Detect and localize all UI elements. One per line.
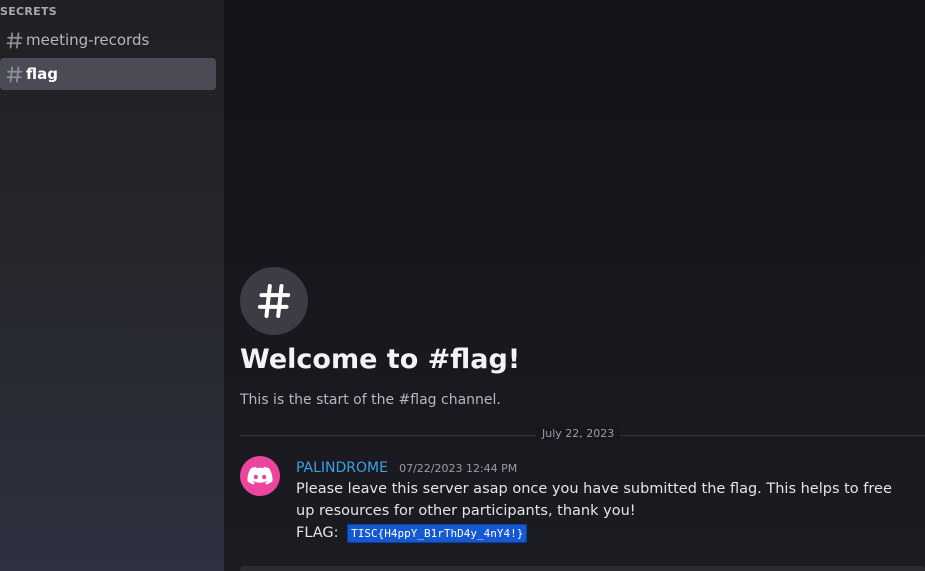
- hash-icon: [240, 267, 308, 335]
- welcome-title: Welcome to #flag!: [240, 344, 521, 375]
- hash-icon: [2, 64, 26, 84]
- welcome-subtitle: This is the start of the #flag channel.: [240, 392, 501, 408]
- username[interactable]: PALINDROME: [296, 460, 388, 476]
- channel-sidebar: SECRETS meeting-records flag: [0, 0, 224, 571]
- channel-item-meeting-records[interactable]: meeting-records: [0, 24, 216, 56]
- avatar[interactable]: [240, 456, 280, 496]
- chat-area: Welcome to #flag! This is the start of t…: [224, 0, 925, 571]
- channel-name: meeting-records: [26, 31, 150, 49]
- message-header: PALINDROME 07/22/2023 12:44 PM: [296, 457, 517, 476]
- hash-icon: [2, 30, 26, 50]
- flag-line: FLAG: TISC{H4ppY_B1rThD4y_4nY4!}: [296, 522, 896, 545]
- flag-label: FLAG:: [296, 525, 339, 541]
- channel-item-flag[interactable]: flag: [0, 58, 216, 90]
- discord-logo-icon: [247, 466, 273, 485]
- channel-name: flag: [26, 65, 58, 83]
- timestamp: 07/22/2023 12:44 PM: [399, 462, 518, 475]
- message-input-edge[interactable]: [240, 566, 925, 571]
- message-content: Please leave this server asap once you h…: [296, 478, 896, 545]
- message-text: Please leave this server asap once you h…: [296, 481, 892, 519]
- date-divider: July 22, 2023: [536, 427, 621, 440]
- flag-code[interactable]: TISC{H4ppY_B1rThD4y_4nY4!}: [347, 524, 528, 543]
- category-label[interactable]: SECRETS: [0, 5, 57, 18]
